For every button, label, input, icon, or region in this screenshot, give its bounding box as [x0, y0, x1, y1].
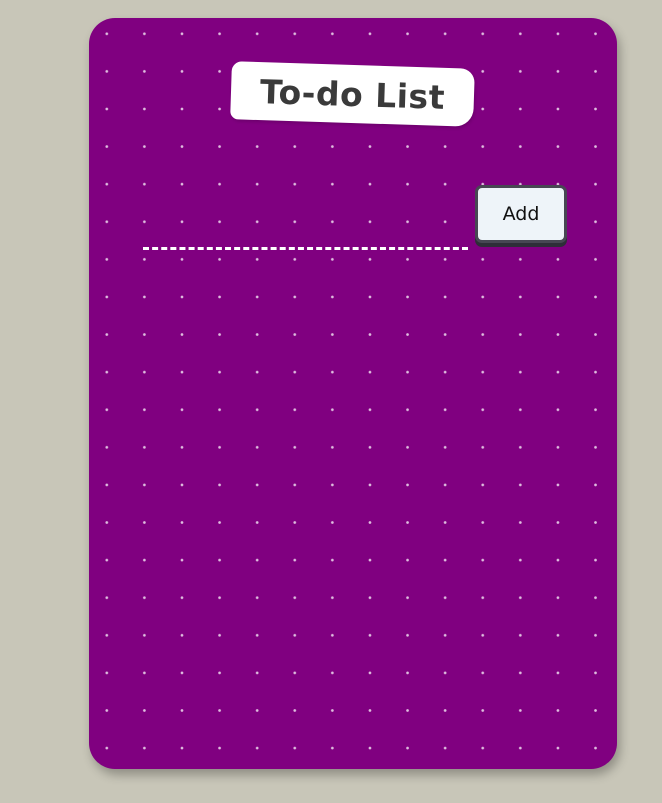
todo-input[interactable] — [143, 223, 468, 250]
todo-card: To-do List Add — [89, 18, 617, 769]
add-button[interactable]: Add — [475, 185, 567, 243]
app-title: To-do List — [259, 71, 446, 117]
title-card: To-do List — [230, 61, 475, 127]
